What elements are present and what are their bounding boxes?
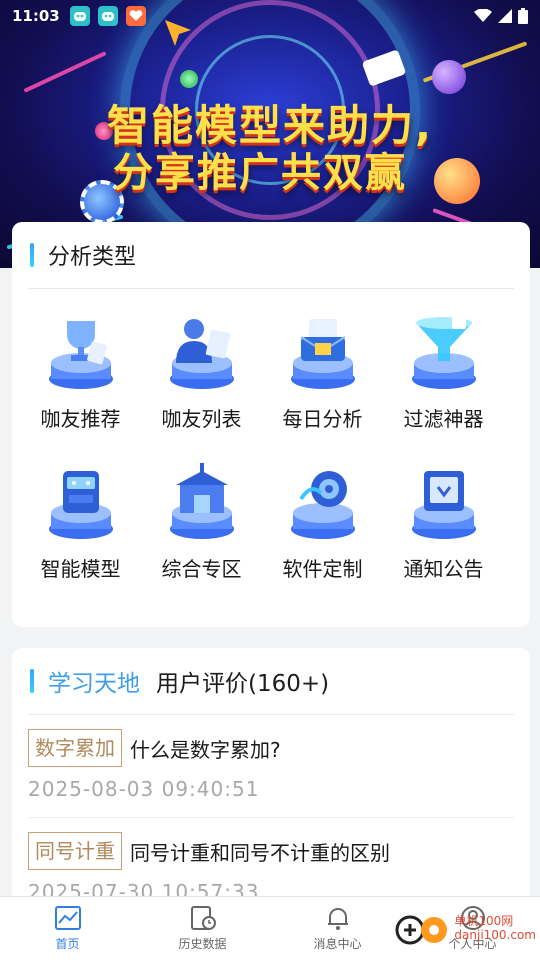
article-item[interactable]: 数字累加 什么是数字累加? 2025-08-03 09:40:51	[12, 715, 530, 818]
nav-home[interactable]: 首页	[0, 897, 135, 960]
bell-icon	[327, 908, 348, 930]
analysis-item-label: 咖友推荐	[40, 407, 121, 431]
study-tabs: 学习天地 用户评价(160+)	[12, 648, 530, 714]
app-notification-icon	[69, 6, 90, 26]
analysis-item-label: 智能模型	[40, 557, 121, 581]
nav-history[interactable]: 历史数据	[135, 897, 270, 960]
status-bar: 11:03	[0, 0, 540, 32]
analysis-item-daily[interactable]: 每日分析	[262, 289, 383, 449]
analysis-item-filter[interactable]: 过滤神器	[383, 289, 504, 449]
orb	[180, 70, 198, 88]
section-accent-bar	[30, 669, 34, 693]
analysis-grid: 咖友推荐 咖友列表 每日分析 过滤神器 智能模型 综合专区 软件定制 通知公告	[12, 289, 530, 609]
article-item[interactable]: 同号计重 同号计重和同号不计重的区别 2025-07-30 10:57:33	[12, 818, 530, 904]
analysis-item-custom[interactable]: 软件定制	[262, 449, 383, 609]
analysis-item-label: 咖友列表	[161, 407, 242, 431]
tab-study[interactable]: 学习天地	[48, 664, 140, 698]
nav-messages[interactable]: 消息中心	[270, 897, 405, 960]
wifi-icon	[474, 9, 492, 22]
robot-icon	[48, 471, 113, 539]
banner-line-2: 分享推广共双赢	[113, 150, 407, 196]
article-tag: 同号计重	[28, 832, 122, 870]
analysis-item-notice[interactable]: 通知公告	[383, 449, 504, 609]
study-card: 学习天地 用户评价(160+) 数字累加 什么是数字累加? 2025-08-03…	[12, 648, 530, 908]
analysis-item-label: 软件定制	[282, 557, 363, 581]
analysis-item-label: 每日分析	[282, 407, 363, 431]
nav-label: 首页	[55, 937, 80, 951]
article-title: 同号计重和同号不计重的区别	[130, 840, 390, 865]
watermark: 单机100网 danji100.com	[394, 910, 536, 946]
section-header: 分析类型	[12, 222, 530, 288]
analysis-item-zone[interactable]: 综合专区	[141, 449, 262, 609]
analysis-item-list[interactable]: 咖友列表	[141, 289, 262, 449]
nav-label: 历史数据	[178, 937, 227, 951]
signal-icon	[498, 9, 512, 23]
watermark-logo	[395, 915, 448, 945]
analysis-item-label: 过滤神器	[403, 407, 484, 431]
status-time: 11:03	[12, 7, 60, 25]
tab-reviews[interactable]: 用户评价(160+)	[156, 664, 329, 698]
section-title: 分析类型	[48, 245, 137, 270]
home-chart-icon	[54, 906, 81, 930]
article-title: 什么是数字累加?	[130, 737, 281, 762]
section-accent-bar	[30, 243, 34, 267]
article-time: 2025-08-03 09:40:51	[28, 777, 260, 801]
analysis-item-label: 通知公告	[403, 557, 484, 581]
analysis-item-smart-model[interactable]: 智能模型	[20, 449, 141, 609]
article-tag: 数字累加	[28, 729, 122, 767]
analysis-item-label: 综合专区	[161, 557, 242, 581]
notice-icon	[411, 471, 476, 539]
analysis-type-card: 分析类型 咖友推荐 咖友列表 每日分析 过滤神器 智能模型 综合专区 软件定制 …	[12, 222, 530, 627]
mail-icon	[290, 319, 355, 389]
orb	[432, 60, 466, 94]
light-streak	[23, 51, 107, 93]
app-notification-icon	[125, 6, 146, 26]
store-icon	[169, 463, 234, 539]
trophy-icon	[48, 321, 113, 389]
people-icon	[169, 319, 234, 389]
nav-label: 消息中心	[313, 937, 362, 951]
analysis-item-recommend[interactable]: 咖友推荐	[20, 289, 141, 449]
history-icon	[190, 906, 216, 930]
gear-icon	[290, 471, 355, 539]
watermark-line2: danji100.com	[454, 928, 536, 942]
battery-icon	[518, 8, 528, 24]
watermark-line1: 单机100网	[454, 914, 514, 928]
app-notification-icon	[97, 6, 118, 26]
funnel-icon	[411, 313, 476, 389]
